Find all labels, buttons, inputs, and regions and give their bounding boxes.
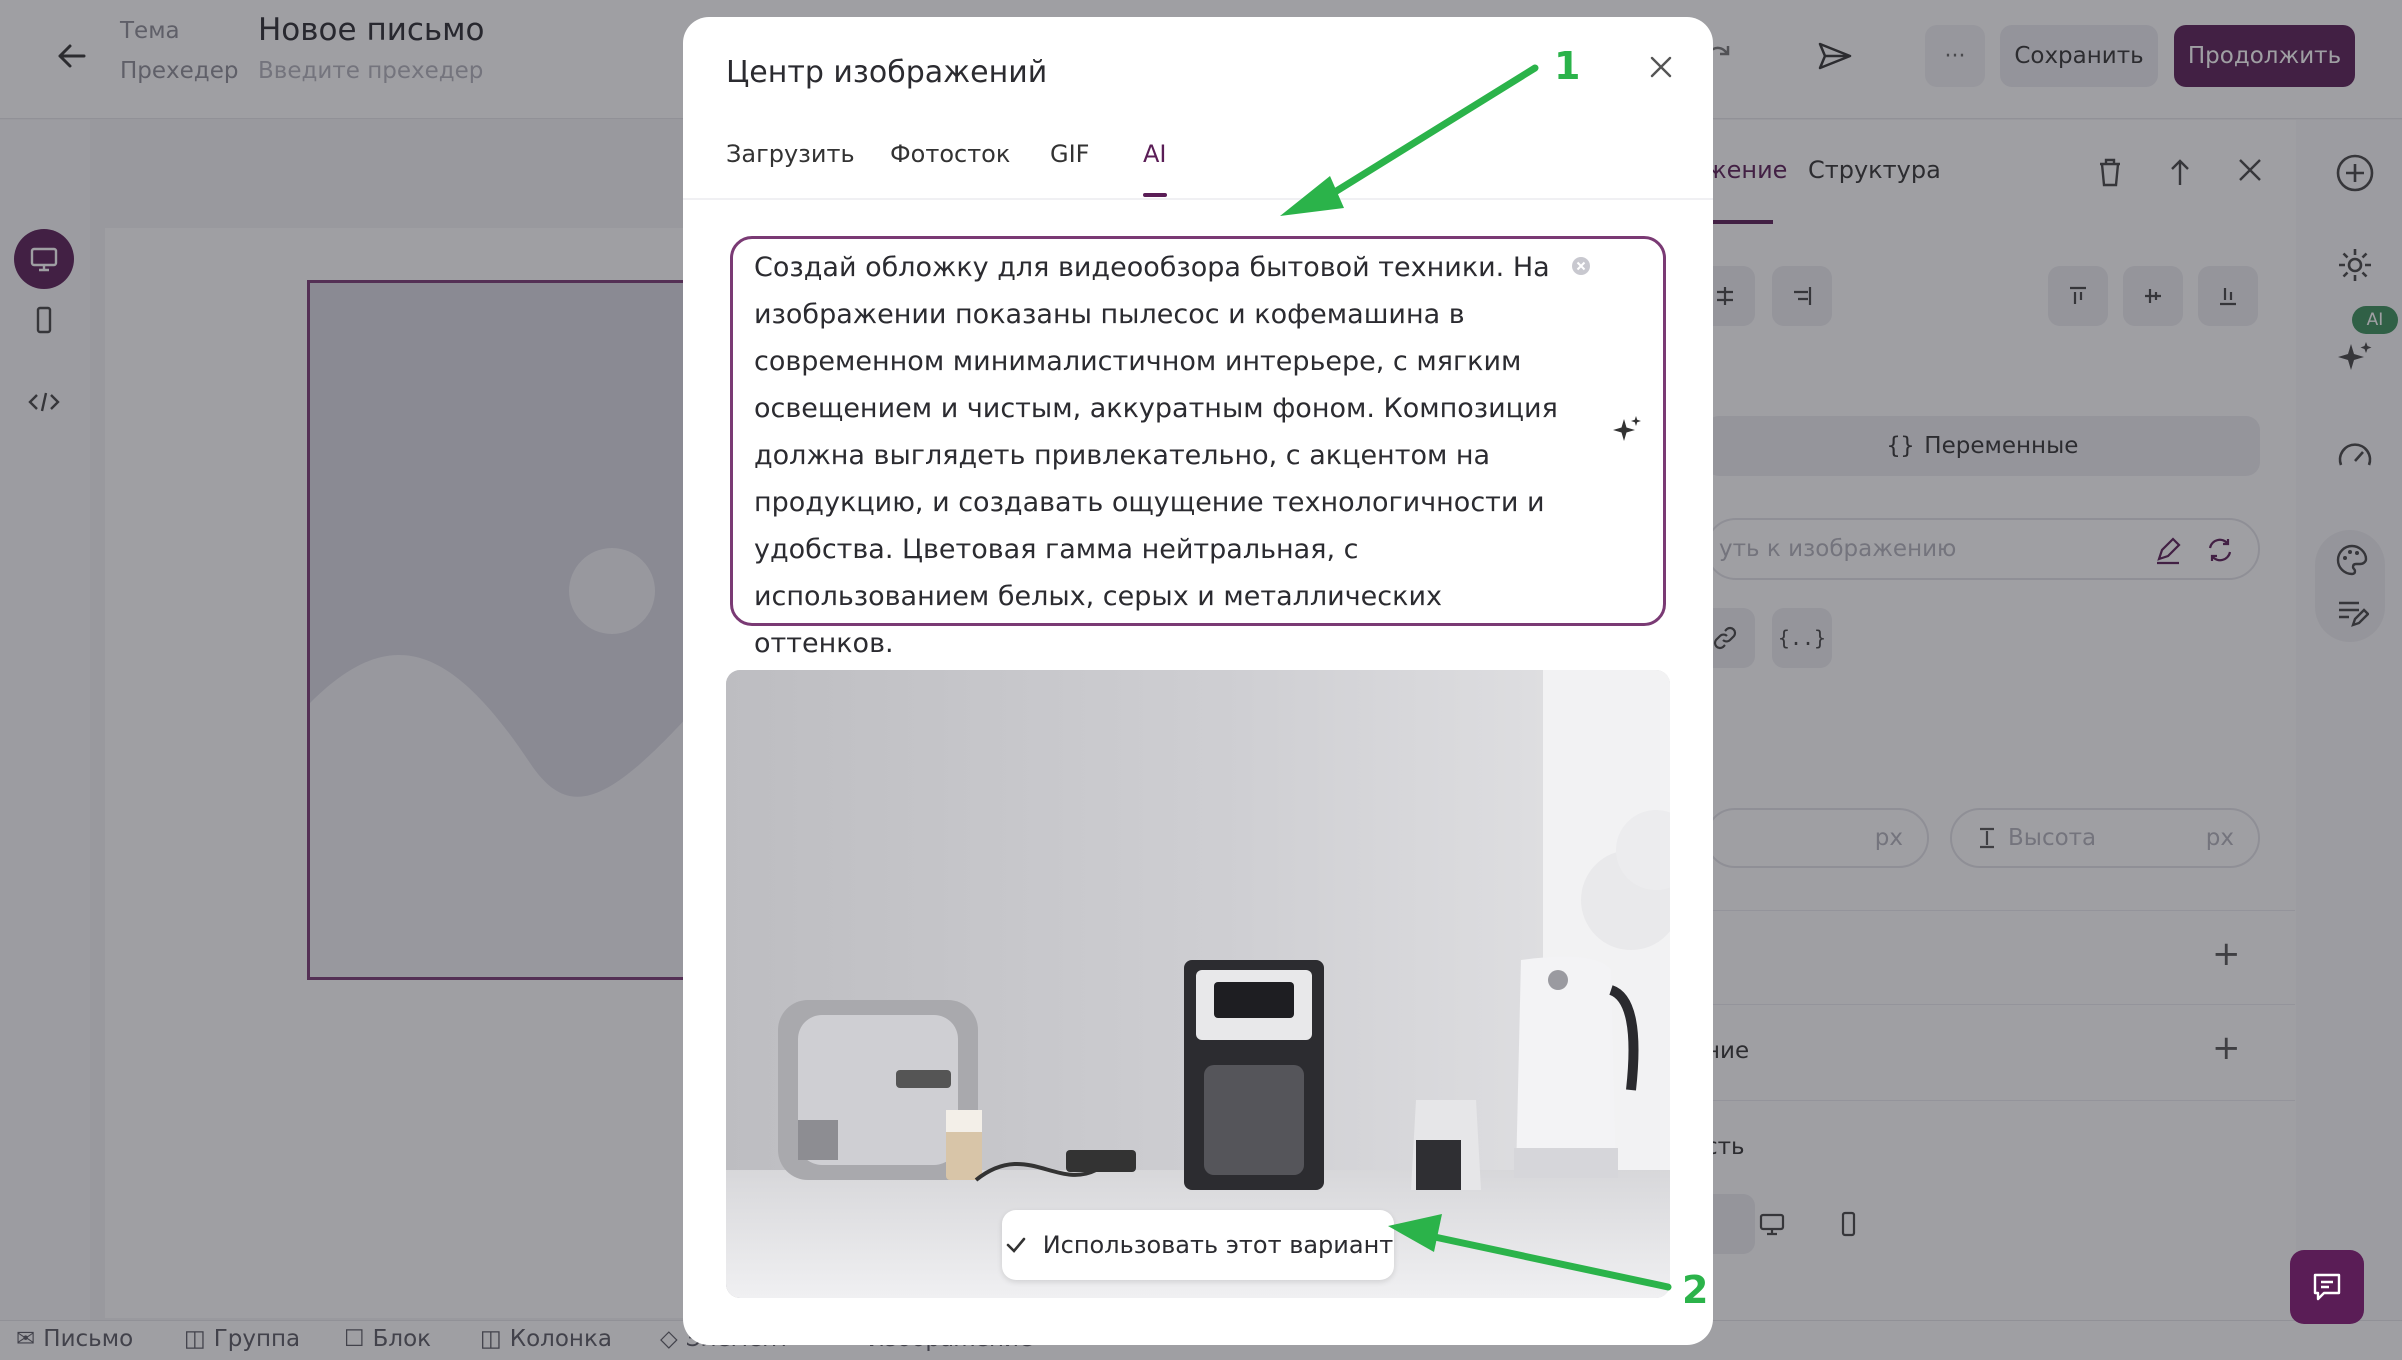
chat-icon: [2313, 1273, 2341, 1301]
annotation-marker-2: 2: [1682, 1268, 1709, 1312]
annotation-arrows: [1280, 64, 1672, 1291]
annotation-marker-1: 1: [1554, 44, 1581, 88]
chat-support-button[interactable]: [2290, 1250, 2364, 1324]
